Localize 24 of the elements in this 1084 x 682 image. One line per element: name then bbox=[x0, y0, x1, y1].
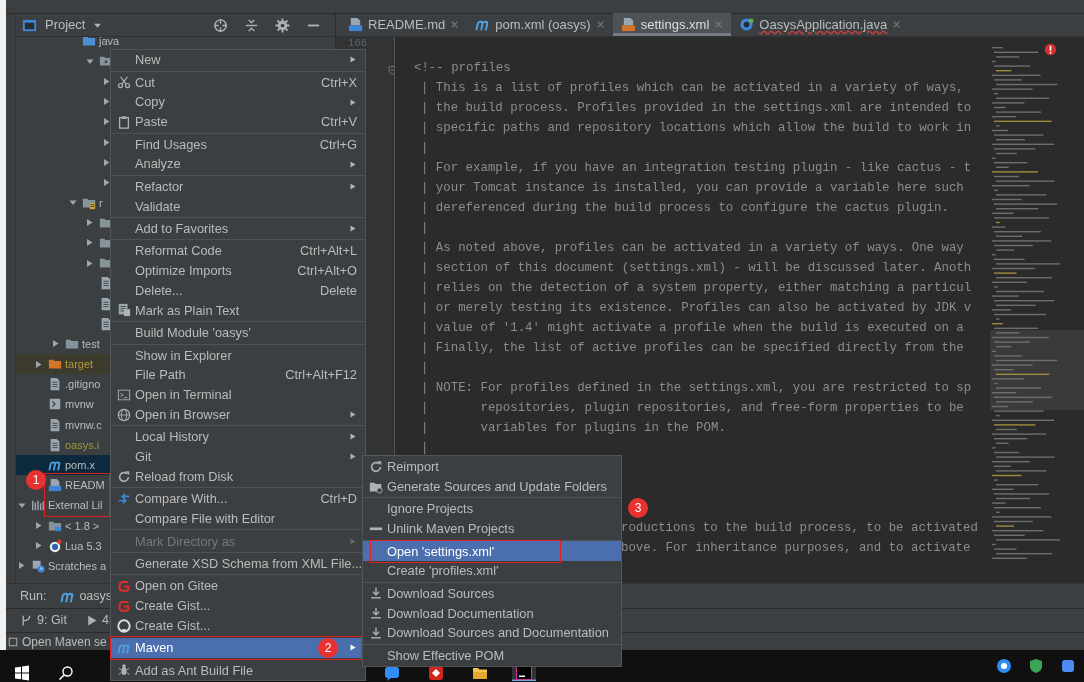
code-line: bove. For inheritance purposes, and to activate bbox=[621, 540, 972, 557]
status-text: Open Maven se bbox=[22, 633, 107, 651]
code-line: | your Tomcat instance is installed, you can provide a variable here such bbox=[420, 180, 965, 197]
code-line: | Finally, the list of active profiles can be specified directly from the bbox=[420, 340, 965, 357]
code-line: | section of this document (settings.xml) - will be discussed later. Anoth bbox=[420, 260, 973, 277]
code-line: | bbox=[420, 140, 430, 157]
code-line: | bbox=[420, 360, 430, 377]
code-line: | dereferenced during the build process to configure the cactus plugin. bbox=[420, 200, 950, 217]
code-line: | As noted above, profiles can be activated in a variety of ways. One way bbox=[420, 240, 965, 257]
code-line: roductions to the build process, to be activated bbox=[621, 520, 979, 537]
code-line: | the build process. Profiles provided in the settings.xml are intended to bbox=[420, 100, 973, 117]
code-line: | value of '1.4' might activate a profile when the build is executed on a bbox=[420, 320, 965, 337]
code-line: <!-- profiles bbox=[414, 60, 512, 77]
code-line: | or merely testing its existence. Profiles can also be activated by JDK v bbox=[420, 300, 973, 317]
code-line: | relies on the detection of a system property, either matching a particul bbox=[420, 280, 973, 297]
code-line: | bbox=[420, 220, 430, 237]
code-line: | bbox=[420, 440, 430, 457]
code-line: | For example, if you have an integration testing plugin - like cactus - t bbox=[420, 160, 973, 177]
code-line: | NOTE: For profiles defined in the settings.xml, you are restricted to sp bbox=[420, 380, 973, 397]
code-line: | variables for plugins in the POM. bbox=[420, 420, 727, 437]
code-line: | This is a list of profiles which can be activated in a variety of ways, bbox=[420, 80, 965, 97]
run-label: Run: bbox=[20, 587, 47, 605]
code-line: | repositories, plugin repositories, and free-form properties to be bbox=[420, 400, 965, 417]
code-line: | specific paths and repository locations which allow the build to work in bbox=[420, 120, 973, 137]
